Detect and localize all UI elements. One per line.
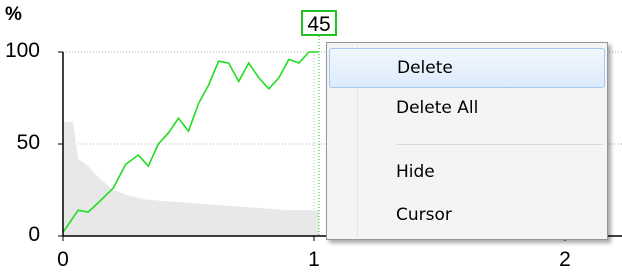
x-tick-label: 0: [57, 248, 69, 271]
menu-item-delete-all[interactable]: Delete All: [329, 89, 605, 129]
cursor-value-label[interactable]: 45: [301, 10, 337, 36]
y-tick-label: 0: [28, 223, 40, 246]
x-tick-label: 1: [308, 248, 320, 271]
y-axis-unit-label: %: [5, 4, 22, 25]
menu-separator: [397, 144, 603, 145]
menu-item-delete[interactable]: Delete: [329, 48, 605, 88]
x-tick-label: 2: [559, 248, 571, 271]
y-tick-label: 100: [4, 39, 40, 62]
shadow-area: [63, 121, 320, 236]
menu-item-hide[interactable]: Hide: [329, 153, 605, 193]
y-tick-label: 50: [16, 131, 40, 154]
shadow-area-fill: [63, 121, 320, 236]
menu-item-cursor[interactable]: Cursor: [329, 196, 605, 236]
context-menu: Delete Delete All Hide Cursor: [326, 42, 608, 240]
